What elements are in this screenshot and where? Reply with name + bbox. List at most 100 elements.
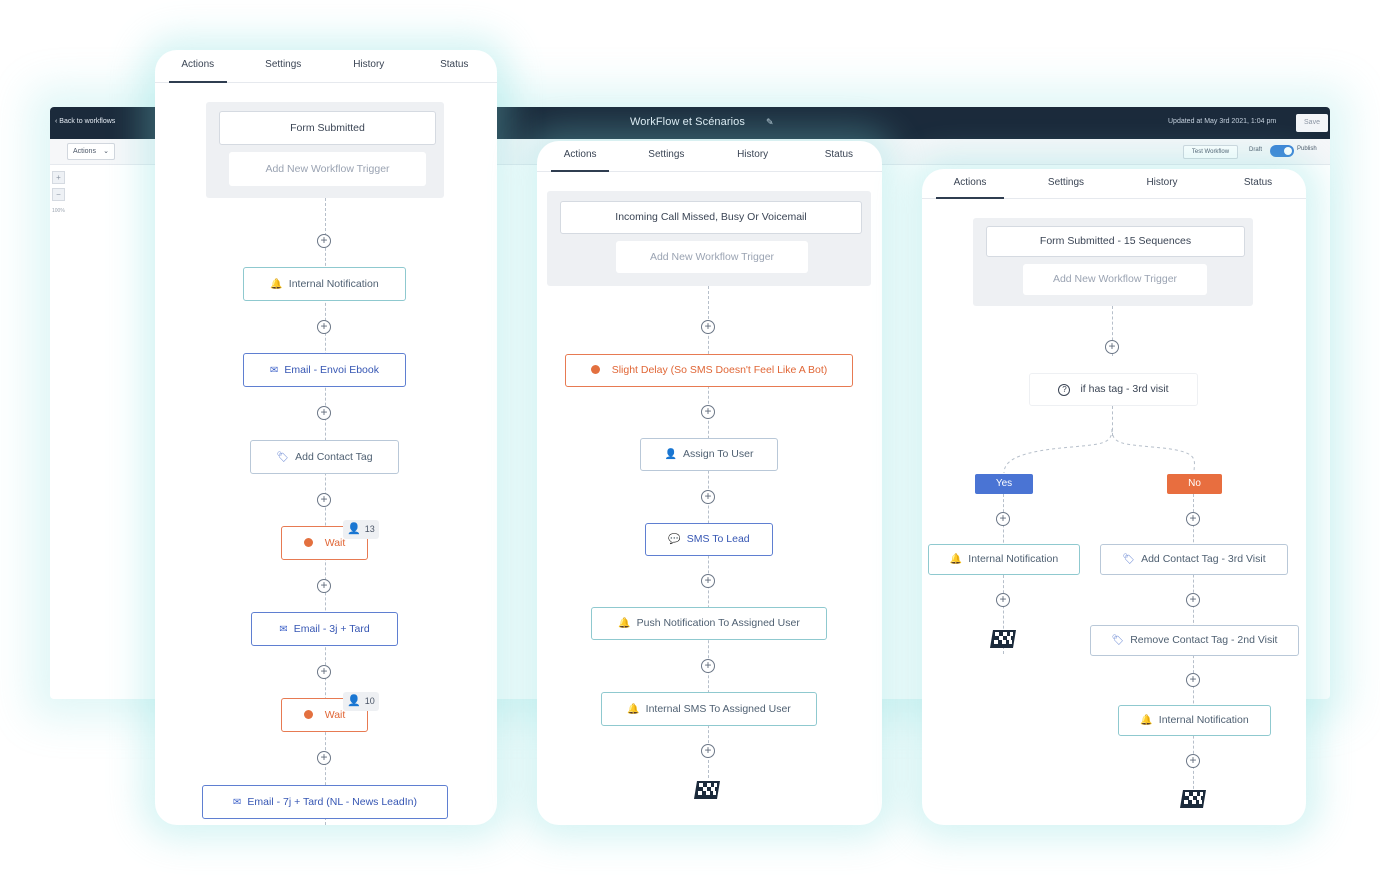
action-label: Internal Notification xyxy=(288,278,379,290)
add-action-icon[interactable]: + xyxy=(701,490,715,504)
workflow-panel-3: Actions Settings History Status Form Sub… xyxy=(922,169,1306,825)
add-action-icon[interactable]: + xyxy=(701,574,715,588)
clock-icon xyxy=(590,365,600,374)
add-action-icon[interactable]: + xyxy=(1186,512,1200,526)
action-label: Email - 3j + Tard xyxy=(293,623,370,635)
add-action-icon[interactable]: + xyxy=(701,320,715,334)
action-label: SMS To Lead xyxy=(686,533,750,545)
bell-icon: 🔔 xyxy=(270,279,283,290)
publish-toggle[interactable] xyxy=(1270,145,1294,157)
add-action-icon[interactable]: + xyxy=(996,593,1010,607)
add-action-icon[interactable]: + xyxy=(317,406,331,420)
tag-icon: 🏷 xyxy=(1111,635,1125,646)
action-add-contact-tag[interactable]: 🏷 Add Contact Tag xyxy=(250,440,399,474)
contacts-count-badge: 👤 13 xyxy=(343,520,379,539)
contacts-count-badge: 👤 10 xyxy=(343,692,379,711)
add-action-icon[interactable]: + xyxy=(317,751,331,765)
add-action-icon[interactable]: + xyxy=(1186,673,1200,687)
action-internal-notification[interactable]: 🔔 Internal Notification xyxy=(1118,705,1271,736)
action-label: Internal Notification xyxy=(1158,714,1249,726)
finish-flag-icon xyxy=(990,630,1016,648)
publish-label: Publish xyxy=(1297,146,1317,152)
tab-actions[interactable]: Actions xyxy=(922,169,1018,199)
add-trigger-button[interactable]: Add New Workflow Trigger xyxy=(1023,264,1207,295)
action-email-ebook[interactable]: ✉ Email - Envoi Ebook xyxy=(243,353,406,387)
test-workflow-button[interactable]: Test Workflow xyxy=(1183,145,1238,159)
tab-status[interactable]: Status xyxy=(412,50,498,82)
mail-icon: ✉ xyxy=(279,624,288,635)
tab-history[interactable]: History xyxy=(326,50,412,82)
save-button[interactable]: Save xyxy=(1296,114,1328,132)
trigger-container: Incoming Call Missed, Busy Or Voicemail … xyxy=(547,191,871,286)
tab-status[interactable]: Status xyxy=(1210,169,1306,198)
workflow-title: WorkFlow et Scénarios xyxy=(630,116,745,128)
add-action-icon[interactable]: + xyxy=(1186,754,1200,768)
back-to-workflows-link[interactable]: ‹ Back to workflows xyxy=(55,118,115,125)
action-label: Internal SMS To Assigned User xyxy=(645,703,791,715)
workflow-panel-1: Actions Settings History Status Form Sub… xyxy=(155,50,497,825)
bell-icon: 🔔 xyxy=(1140,715,1153,726)
badge-count: 10 xyxy=(364,696,375,706)
action-label: Add Contact Tag - 3rd Visit xyxy=(1141,553,1266,565)
tab-settings[interactable]: Settings xyxy=(1018,169,1114,198)
tab-actions[interactable]: Actions xyxy=(155,50,241,83)
workflow-panel-2: Actions Settings History Status Incoming… xyxy=(537,141,882,825)
chevron-down-icon: ⌄ xyxy=(103,148,109,155)
add-action-icon[interactable]: + xyxy=(701,659,715,673)
trigger-form-submitted-15[interactable]: Form Submitted - 15 Sequences xyxy=(986,226,1245,257)
trigger-incoming-call[interactable]: Incoming Call Missed, Busy Or Voicemail xyxy=(560,201,862,234)
tab-settings[interactable]: Settings xyxy=(241,50,327,82)
condition-if-has-tag[interactable]: ? if has tag - 3rd visit xyxy=(1029,373,1198,406)
action-label: Add Contact Tag xyxy=(295,451,373,463)
add-action-icon[interactable]: + xyxy=(317,320,331,334)
action-label: Wait xyxy=(324,709,346,721)
trigger-form-submitted[interactable]: Form Submitted xyxy=(219,111,436,145)
mail-icon: ✉ xyxy=(233,797,242,808)
zoom-in-button[interactable]: + xyxy=(52,171,65,184)
panel-tabs: Actions Settings History Status xyxy=(155,50,497,83)
add-action-icon[interactable]: + xyxy=(317,493,331,507)
no-branch-label: No xyxy=(1167,474,1222,494)
add-action-icon[interactable]: + xyxy=(317,665,331,679)
pencil-icon[interactable]: ✎ xyxy=(766,117,774,128)
action-sms-to-lead[interactable]: 💬 SMS To Lead xyxy=(645,523,773,556)
zoom-out-button[interactable]: − xyxy=(52,188,65,201)
add-action-icon[interactable]: + xyxy=(317,579,331,593)
action-email-7j[interactable]: ✉ Email - 7j + Tard (NL - News LeadIn) xyxy=(202,785,448,819)
action-label: Remove Contact Tag - 2nd Visit xyxy=(1130,634,1278,646)
action-internal-sms[interactable]: 🔔 Internal SMS To Assigned User xyxy=(601,692,817,726)
add-action-icon[interactable]: + xyxy=(1105,340,1119,354)
yes-branch-label: Yes xyxy=(975,474,1033,494)
action-email-3j[interactable]: ✉ Email - 3j + Tard xyxy=(251,612,398,646)
tab-actions[interactable]: Actions xyxy=(537,141,623,172)
add-trigger-button[interactable]: Add New Workflow Trigger xyxy=(616,241,808,273)
action-remove-contact-tag[interactable]: 🏷 Remove Contact Tag - 2nd Visit xyxy=(1090,625,1299,656)
bell-icon: 🔔 xyxy=(627,704,640,715)
tag-icon: 🏷 xyxy=(1122,554,1136,565)
add-action-icon[interactable]: + xyxy=(996,512,1010,526)
action-assign-to-user[interactable]: 👤 Assign To User xyxy=(640,438,778,471)
bell-icon: 🔔 xyxy=(949,554,963,565)
action-internal-notification[interactable]: 🔔 Internal Notification xyxy=(243,267,406,301)
tab-history[interactable]: History xyxy=(710,141,796,171)
add-action-icon[interactable]: + xyxy=(701,405,715,419)
add-action-icon[interactable]: + xyxy=(701,744,715,758)
tab-settings[interactable]: Settings xyxy=(623,141,709,171)
add-trigger-button[interactable]: Add New Workflow Trigger xyxy=(229,152,426,186)
finish-flag-icon xyxy=(1180,790,1206,808)
tag-icon: 🏷 xyxy=(276,452,290,463)
action-add-contact-tag-3rd[interactable]: 🏷 Add Contact Tag - 3rd Visit xyxy=(1100,544,1288,575)
question-icon: ? xyxy=(1058,384,1071,396)
add-action-icon[interactable]: + xyxy=(1186,593,1200,607)
tab-status[interactable]: Status xyxy=(796,141,882,171)
tab-history[interactable]: History xyxy=(1114,169,1210,198)
action-internal-notification[interactable]: 🔔 Internal Notification xyxy=(928,544,1080,575)
actions-dropdown[interactable]: Actions ⌄ xyxy=(67,143,115,160)
action-slight-delay[interactable]: Slight Delay (So SMS Doesn't Feel Like A… xyxy=(565,354,853,387)
action-push-notification[interactable]: 🔔 Push Notification To Assigned User xyxy=(591,607,827,640)
sms-icon: 💬 xyxy=(668,534,681,545)
badge-count: 13 xyxy=(364,524,375,534)
add-action-icon[interactable]: + xyxy=(317,234,331,248)
user-icon: 👤 xyxy=(664,449,678,460)
clock-icon xyxy=(303,538,313,547)
